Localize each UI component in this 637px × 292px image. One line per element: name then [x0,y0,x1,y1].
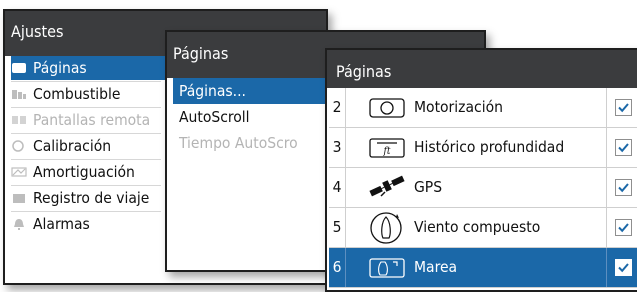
paginas-list-title: Páginas [327,50,637,88]
menu-item-paginas[interactable]: Páginas [11,56,168,80]
checkbox-gps[interactable] [615,179,632,196]
menu-item-calibracion[interactable]: Calibración [11,134,160,158]
trip-log-icon [13,194,25,203]
menu-item-tiempo-autoscroll[interactable]: Tiempo AutoScro [173,130,333,156]
menu-item-label: Pantallas remota [33,111,151,129]
menu-item-label: Registro de viaje [33,189,150,207]
page-label: GPS [414,178,443,196]
page-number: 4 [329,168,346,207]
page-label: Motorización [414,98,503,116]
page-label: Viento compuesto [414,218,541,236]
menu-item-label: Combustible [33,85,121,103]
page-label: Marea [414,258,458,276]
check-icon [618,103,629,113]
check-icon [618,143,629,153]
damping-icon [11,167,27,177]
page-row-marea[interactable]: 6 Marea [329,248,637,288]
satellite-icon [369,175,405,197]
page-row-motorizacion[interactable]: 2 Motorización [329,88,637,128]
check-icon [618,183,629,193]
boat-wind-icon [370,212,402,244]
menu-item-paginas-dialog[interactable]: Páginas... [173,78,333,104]
check-icon [618,263,629,273]
tide-icon [369,258,405,278]
page-row-historico-profundidad[interactable]: 3 ft Histórico profundidad [329,128,637,168]
checkbox-motorizacion[interactable] [615,99,632,116]
menu-item-pantallas-remotas[interactable]: Pantallas remota [11,108,160,132]
alarm-icon [14,219,24,230]
menu-item-label: Alarmas [33,215,90,233]
menu-item-label: Calibración [33,137,112,155]
pages-icon [12,63,26,73]
checkbox-marea[interactable] [615,259,632,276]
svg-text:ft: ft [383,146,391,157]
menu-item-autoscroll[interactable]: AutoScroll [173,104,333,130]
check-icon [618,223,629,233]
menu-item-alarmas[interactable]: Alarmas [11,212,160,236]
page-label: Histórico profundidad [414,138,565,156]
page-number: 2 [329,88,346,127]
checkbox-viento-compuesto[interactable] [615,219,632,236]
page-number: 6 [329,248,346,287]
menu-item-label: Amortiguación [33,163,135,181]
depth-history-icon: ft [369,138,405,158]
page-row-viento-compuesto[interactable]: 5 Viento compuesto [329,208,637,248]
fuel-icon [12,90,26,99]
checkbox-historico-profundidad[interactable] [615,139,632,156]
page-number: 3 [329,128,346,167]
remote-displays-icon [12,116,26,124]
page-row-gps[interactable]: 4 GPS [329,168,637,208]
menu-item-label: Páginas [33,59,87,77]
menu-item-registro-de-viaje[interactable]: Registro de viaje [11,186,160,210]
calibration-icon [12,140,24,152]
menu-item-amortiguacion[interactable]: Amortiguación [11,160,160,184]
gauge-icon [369,98,405,118]
menu-item-combustible[interactable]: Combustible [11,82,160,106]
page-number: 5 [329,208,346,247]
paginas-list-panel: Páginas 2 Motorización 3 ft Histórico pr… [325,48,637,292]
